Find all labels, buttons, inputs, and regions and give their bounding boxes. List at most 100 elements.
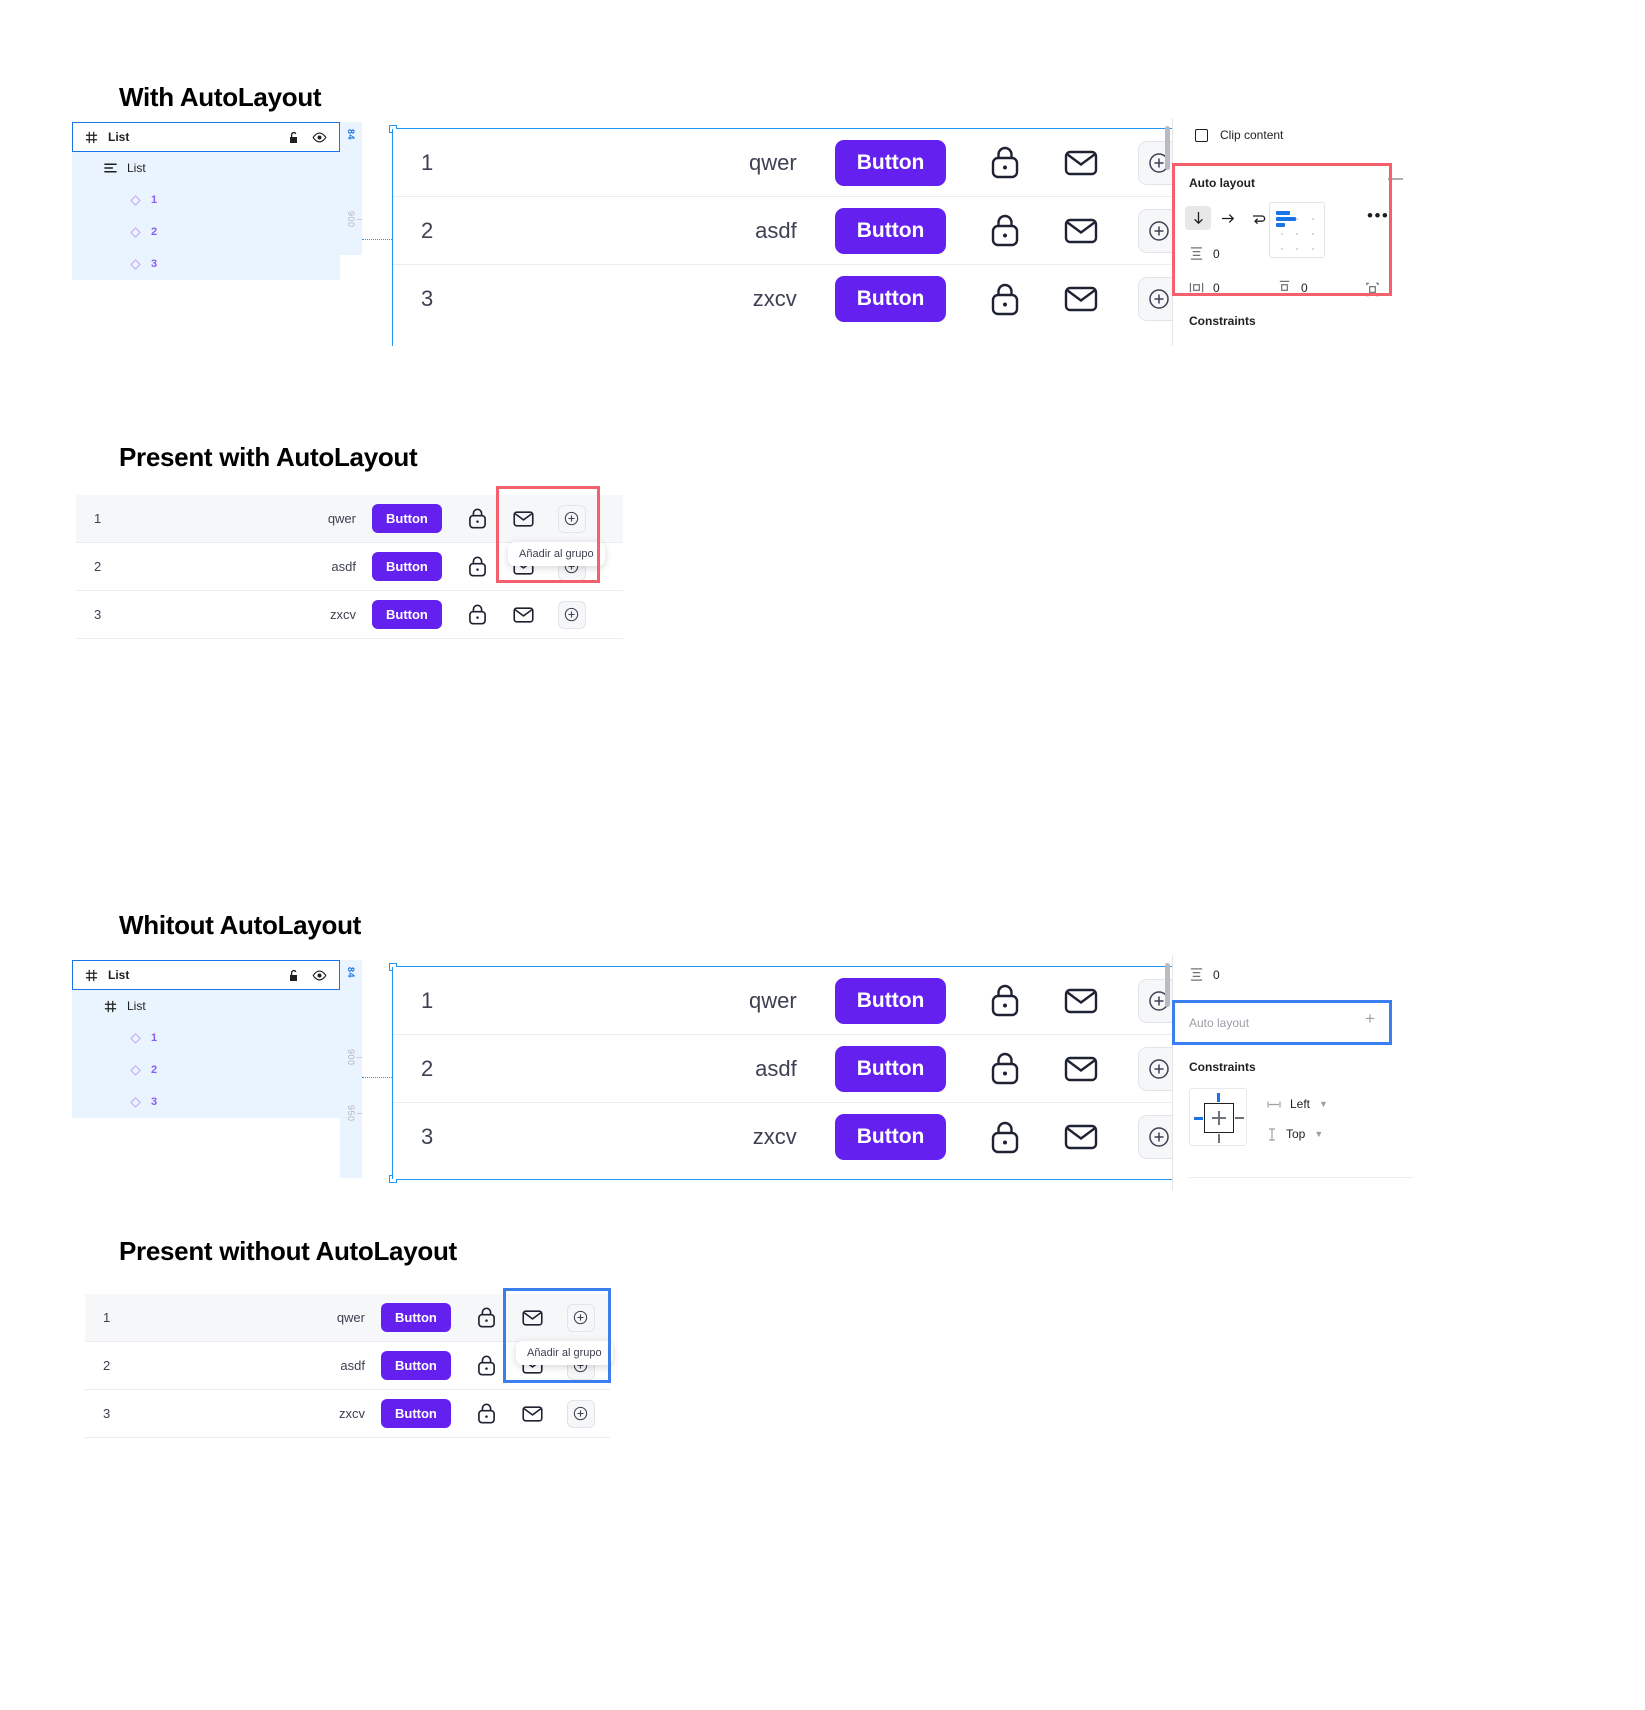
layer-row-child[interactable]: List: [72, 990, 340, 1022]
eye-icon[interactable]: [312, 132, 327, 143]
layer-row-leaf[interactable]: 2: [72, 216, 340, 248]
row-button[interactable]: Button: [381, 1303, 451, 1332]
table-row[interactable]: 3 zxcv Button: [85, 1390, 610, 1438]
lock-icon[interactable]: [990, 1121, 1020, 1154]
add-to-group-button[interactable]: [557, 504, 586, 533]
add-to-group-button[interactable]: [566, 1399, 595, 1428]
lock-icon[interactable]: [477, 1403, 496, 1424]
table-row[interactable]: 2 asdf Button: [393, 197, 1180, 265]
layer-row-leaf[interactable]: 3: [72, 248, 340, 280]
row-button[interactable]: Button: [834, 276, 947, 322]
table-row[interactable]: 1 qwer Button: [393, 129, 1180, 197]
alignment-grid[interactable]: [1269, 202, 1325, 258]
advanced-layout-icon[interactable]: [1365, 282, 1380, 297]
constraints-widget[interactable]: [1189, 1088, 1247, 1146]
lock-icon[interactable]: [468, 604, 487, 625]
row-button[interactable]: Button: [372, 552, 442, 581]
row-button[interactable]: Button: [381, 1399, 451, 1428]
layer-row-leaf[interactable]: 3: [72, 1086, 340, 1118]
mail-icon[interactable]: [522, 1405, 543, 1423]
mail-icon[interactable]: [1064, 149, 1098, 177]
mail-icon[interactable]: [1064, 1055, 1098, 1083]
mail-icon[interactable]: [513, 510, 534, 528]
mail-icon[interactable]: [1064, 1123, 1098, 1151]
layer-row-root[interactable]: List: [72, 122, 340, 152]
row-button[interactable]: Button: [372, 600, 442, 629]
table-row[interactable]: 3 zxcv Button: [393, 265, 1180, 333]
clip-content-label: Clip content: [1220, 128, 1284, 142]
row-text: zxcv: [752, 286, 797, 311]
layer-root-label: List: [108, 130, 130, 144]
layer-row-root[interactable]: List: [72, 960, 340, 990]
unlock-icon[interactable]: [288, 969, 300, 982]
table-row[interactable]: 1 qwer Button: [85, 1294, 610, 1342]
mail-icon[interactable]: [513, 606, 534, 624]
clip-content-checkbox[interactable]: [1195, 128, 1208, 142]
canvas-table-with-autolayout[interactable]: 1 qwer Button 2 asdf Button 3 zxcv Butto…: [392, 129, 1180, 346]
layer-row-leaf[interactable]: 2: [72, 1054, 340, 1086]
direction-segmented-control[interactable]: [1185, 206, 1271, 230]
arrow-down-icon[interactable]: [1185, 206, 1211, 230]
unlock-icon[interactable]: [288, 131, 300, 144]
row-button[interactable]: Button: [834, 207, 947, 254]
section-heading-present-with-autolayout: Present with AutoLayout: [119, 442, 418, 472]
horizontal-constraint-dropdown[interactable]: Left ▼: [1267, 1097, 1328, 1111]
table-row[interactable]: 3 zxcv Button: [76, 591, 623, 639]
row-button[interactable]: Button: [834, 1114, 947, 1160]
canvas-ruler-vertical[interactable]: 84 900 950: [340, 960, 362, 1178]
arrow-right-icon[interactable]: [1215, 206, 1241, 230]
row-number: 1: [421, 149, 434, 175]
eye-icon[interactable]: [312, 970, 327, 981]
canvas-table-whitout-autolayout[interactable]: 1 qwer Button 2 asdf Button 3 zxcv Butto…: [392, 967, 1180, 1179]
mail-icon[interactable]: [1064, 285, 1098, 313]
present-table-with-autolayout[interactable]: 1 qwer Button 2 asdf Button 3 zxcv Butto…: [76, 495, 623, 639]
layer-row-child[interactable]: List: [72, 152, 340, 184]
chevron-down-icon[interactable]: ▼: [1319, 1099, 1328, 1109]
wrap-icon[interactable]: [1245, 206, 1271, 230]
row-button[interactable]: Button: [381, 1351, 451, 1380]
table-row[interactable]: 1 qwer Button: [393, 967, 1180, 1035]
lock-icon[interactable]: [990, 214, 1020, 247]
lock-icon[interactable]: [990, 1052, 1020, 1085]
canvas-scrollbar[interactable]: [1165, 963, 1170, 1007]
lock-icon[interactable]: [990, 984, 1020, 1017]
lock-icon[interactable]: [468, 508, 487, 529]
spacing-field[interactable]: 0: [1189, 967, 1220, 982]
lock-icon[interactable]: [468, 556, 487, 577]
layer-child-label: List: [127, 161, 146, 175]
lock-icon[interactable]: [990, 146, 1020, 179]
vertical-padding-field[interactable]: 0: [1277, 280, 1308, 295]
layer-row-leaf[interactable]: 1: [72, 184, 340, 216]
table-row[interactable]: 2 asdf Button: [393, 1035, 1180, 1103]
lock-icon[interactable]: [477, 1355, 496, 1376]
add-to-group-button[interactable]: [557, 600, 586, 629]
present-table-without-autolayout[interactable]: 1 qwer Button 2 asdf Button 3 zxcv Butto…: [85, 1294, 610, 1438]
clip-content-row[interactable]: Clip content: [1173, 118, 1645, 152]
layer-row-leaf[interactable]: 1: [72, 1022, 340, 1054]
table-row[interactable]: 3 zxcv Button: [393, 1103, 1180, 1171]
ellipsis-icon[interactable]: •••: [1367, 207, 1389, 224]
canvas-scrollbar[interactable]: [1165, 126, 1170, 170]
lock-icon[interactable]: [990, 283, 1020, 316]
mail-icon[interactable]: [1064, 987, 1098, 1015]
spacing-field[interactable]: 0: [1189, 246, 1220, 261]
auto-layout-title: Auto layout: [1189, 176, 1255, 190]
lock-icon[interactable]: [477, 1307, 496, 1328]
row-button[interactable]: Button: [834, 139, 947, 186]
plus-icon[interactable]: +: [1365, 1010, 1375, 1027]
mail-icon[interactable]: [522, 1309, 543, 1327]
component-diamond-icon: [130, 1032, 141, 1044]
row-button[interactable]: Button: [834, 1045, 947, 1092]
row-button[interactable]: Button: [834, 977, 947, 1024]
vertical-gap-icon: [1189, 246, 1204, 261]
auto-layout-collapse-button[interactable]: —: [1388, 171, 1403, 186]
row-number: 3: [103, 1406, 111, 1421]
vertical-constraint-dropdown[interactable]: Top ▼: [1267, 1127, 1323, 1141]
mail-icon[interactable]: [1064, 217, 1098, 245]
table-row[interactable]: 1 qwer Button: [76, 495, 623, 543]
chevron-down-icon[interactable]: ▼: [1314, 1129, 1323, 1139]
horizontal-padding-field[interactable]: 0: [1189, 280, 1220, 295]
add-to-group-button[interactable]: [566, 1303, 595, 1332]
row-number: 2: [94, 559, 102, 574]
row-button[interactable]: Button: [372, 504, 442, 533]
